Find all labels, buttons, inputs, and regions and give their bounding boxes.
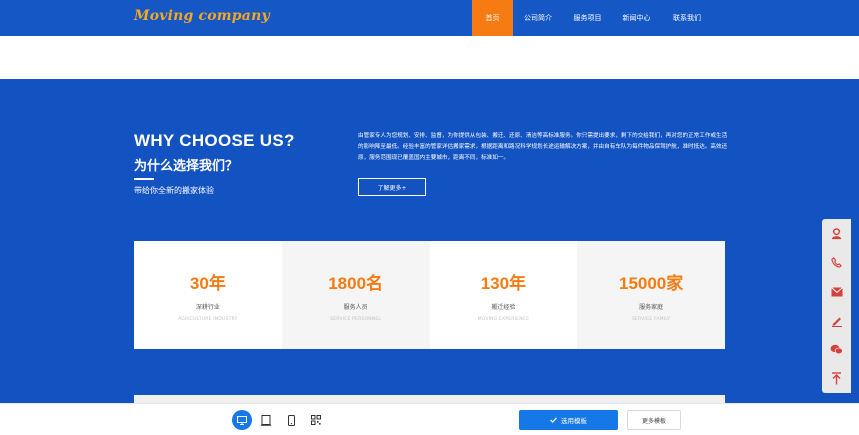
back-to-top-icon[interactable] xyxy=(822,364,851,393)
stat-value: 30年 xyxy=(189,274,226,293)
site-logo[interactable]: Moving company xyxy=(134,8,270,24)
desktop-icon[interactable] xyxy=(232,410,252,430)
stat-label-en: SERVICE FAMILY xyxy=(631,317,671,322)
nav-item-services[interactable]: 服务项目 xyxy=(563,0,612,36)
stat-label-en: MOVING EXPERIENCE xyxy=(477,317,530,322)
stat-value: 1800名 xyxy=(328,274,384,293)
intro-paragraph: 由管家专人为您规划、安排、监督，为你提供从包装、搬迁、还原、清洁等高标准服务。你… xyxy=(358,133,728,161)
stat-value: 15000家 xyxy=(618,274,684,293)
stat-label-en: SERVICE PERSONNEL xyxy=(330,317,382,322)
learn-more-button[interactable]: 了解更多+ xyxy=(358,178,426,196)
mobile-icon[interactable] xyxy=(281,410,301,430)
stat-label-en: AGRICULTURE INDUSTRY xyxy=(178,317,238,322)
next-section-edge xyxy=(134,395,725,403)
section-title: WHY CHOOSE US? xyxy=(134,131,295,150)
section-title-cn: 为什么选择我们？ xyxy=(134,159,239,174)
nav-item-contact[interactable]: 联系我们 xyxy=(661,0,713,36)
check-icon xyxy=(550,417,557,423)
qrcode-icon[interactable] xyxy=(306,410,326,430)
template-toolbar: 选用模板 更多模板 xyxy=(0,403,859,435)
support-avatar-icon[interactable] xyxy=(822,219,851,248)
banner-spacer xyxy=(0,36,859,79)
stat-item: 30年 深耕行业 AGRICULTURE INDUSTRY xyxy=(134,241,282,349)
use-template-button[interactable]: 选用模板 xyxy=(519,410,618,430)
mail-icon[interactable] xyxy=(822,277,851,306)
tablet-icon[interactable] xyxy=(256,410,276,430)
stats-panel: 30年 深耕行业 AGRICULTURE INDUSTRY 1800名 服务人员… xyxy=(134,241,725,349)
floating-contact-panel xyxy=(822,219,851,393)
stat-label: 服务人员 xyxy=(343,304,368,311)
nav-item-news[interactable]: 新闻中心 xyxy=(612,0,661,36)
stat-label: 深耕行业 xyxy=(195,304,220,311)
site-header: Moving company 首页 公司简介 服务项目 新闻中心 联系我们 xyxy=(0,0,859,36)
stat-item: 15000家 服务家庭 SERVICE FAMILY xyxy=(577,241,725,349)
wechat-icon[interactable] xyxy=(822,335,851,364)
stat-label: 搬迁经验 xyxy=(491,304,516,311)
main-nav: 首页 公司简介 服务项目 新闻中心 联系我们 xyxy=(472,0,713,36)
stat-item: 130年 搬迁经验 MOVING EXPERIENCE xyxy=(430,241,578,349)
nav-item-home[interactable]: 首页 xyxy=(472,0,513,36)
edit-icon[interactable] xyxy=(822,306,851,335)
nav-item-about[interactable]: 公司简介 xyxy=(513,0,563,36)
title-underline xyxy=(134,178,154,180)
why-choose-us-section: WHY CHOOSE US? 为什么选择我们？ 带给你全新的搬家体验 由管家专人… xyxy=(0,79,859,403)
more-templates-button[interactable]: 更多模板 xyxy=(627,410,681,430)
stat-value: 130年 xyxy=(480,274,527,293)
use-template-label: 选用模板 xyxy=(561,417,587,425)
section-subtitle: 带给你全新的搬家体验 xyxy=(134,186,214,195)
stat-item: 1800名 服务人员 SERVICE PERSONNEL xyxy=(281,241,430,349)
phone-icon[interactable] xyxy=(822,248,851,277)
stat-label: 服务家庭 xyxy=(639,304,664,311)
